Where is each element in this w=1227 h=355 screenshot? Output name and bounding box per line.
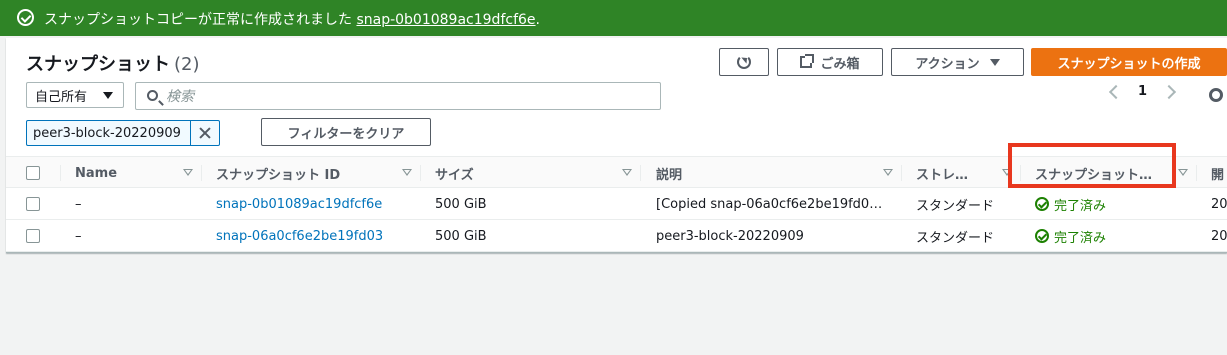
- table-row[interactable]: – snap-06a0cf6e2be19fd03 500 GiB peer3-b…: [6, 220, 1227, 252]
- column-header-snapshot-id[interactable]: スナップショット ID: [216, 157, 420, 189]
- search-icon: [147, 90, 158, 101]
- current-page[interactable]: 1: [1138, 84, 1147, 99]
- next-page-icon[interactable]: [1161, 84, 1177, 99]
- column-header-label: サイズ: [435, 167, 474, 183]
- snapshot-size: 500 GiB: [435, 228, 487, 244]
- column-header-label: スナップショット ID: [216, 167, 341, 183]
- table-row[interactable]: – snap-0b01089ac19dfcf6e 500 GiB [Copied…: [6, 188, 1227, 220]
- column-header-label: 説明: [656, 167, 683, 183]
- close-icon[interactable]: [191, 121, 219, 145]
- column-header-storage-tier[interactable]: ストレ…: [916, 157, 1020, 189]
- page-title: スナップショット (2): [26, 50, 200, 76]
- refresh-icon: [737, 55, 751, 69]
- select-all-checkbox[interactable]: [26, 166, 40, 180]
- column-header-label: Name: [75, 165, 118, 181]
- snapshot-started: 20: [1211, 196, 1227, 212]
- snapshot-name: –: [75, 228, 82, 244]
- success-check-icon: [1035, 197, 1049, 211]
- flash-message-suffix: .: [535, 12, 540, 28]
- search-placeholder: 検索: [166, 89, 194, 105]
- column-header-description[interactable]: 説明: [656, 157, 901, 189]
- snapshot-description: peer3-block-20220909: [656, 228, 804, 244]
- create-snapshot-label: スナップショットの作成: [1057, 56, 1201, 72]
- snapshot-count: (2): [174, 54, 200, 75]
- external-link-icon: [800, 54, 815, 68]
- highlight-annotation: [1008, 143, 1176, 188]
- snapshot-name: –: [75, 196, 82, 212]
- page-title-text: スナップショット: [26, 54, 170, 75]
- caret-down-icon: [103, 92, 113, 99]
- filter-token: peer3-block-20220909: [26, 120, 220, 146]
- create-snapshot-button[interactable]: スナップショットの作成: [1031, 48, 1227, 76]
- success-check-icon: [1035, 229, 1049, 243]
- column-header-started[interactable]: 開: [1211, 157, 1227, 189]
- snapshot-status: 完了済み: [1035, 220, 1196, 252]
- flash-message-text: スナップショットコピーが正常に作成されました: [44, 12, 352, 28]
- sort-icon: [402, 169, 412, 176]
- column-divider: [1196, 165, 1197, 181]
- flash-snapshot-link[interactable]: snap-0b01089ac19dfcf6e: [356, 12, 535, 28]
- recycle-bin-label: ごみ箱: [820, 56, 860, 72]
- gear-icon[interactable]: [1209, 88, 1223, 102]
- snapshot-status-text: 完了済み: [1054, 198, 1107, 214]
- snapshot-storage-tier: スタンダード: [916, 198, 995, 214]
- snapshot-status: 完了済み: [1035, 188, 1196, 220]
- success-check-icon: [17, 9, 34, 26]
- snapshot-started: 20: [1211, 228, 1227, 244]
- snapshot-id-link[interactable]: snap-0b01089ac19dfcf6e: [216, 188, 420, 220]
- column-header-label: 開: [1211, 167, 1225, 183]
- clear-filters-label: フィルターをクリア: [287, 126, 405, 142]
- sort-icon: [183, 169, 193, 176]
- owner-filter-value: 自己所有: [35, 89, 88, 105]
- refresh-button[interactable]: [719, 48, 769, 76]
- actions-label: アクション: [915, 56, 980, 72]
- snapshot-status-text: 完了済み: [1054, 230, 1107, 246]
- snapshot-size: 500 GiB: [435, 196, 487, 212]
- owner-filter-select[interactable]: 自己所有: [26, 82, 124, 108]
- pagination: 1: [1108, 84, 1177, 99]
- column-header-label: ストレ…: [916, 167, 969, 183]
- column-divider: [640, 165, 641, 181]
- column-header-size[interactable]: サイズ: [435, 157, 640, 189]
- column-divider: [60, 165, 61, 181]
- sort-icon: [1178, 169, 1188, 176]
- sort-icon: [622, 169, 632, 176]
- column-header-name[interactable]: Name: [75, 157, 201, 189]
- sort-icon: [883, 169, 893, 176]
- column-divider: [201, 165, 202, 181]
- row-checkbox[interactable]: [26, 197, 40, 211]
- column-divider: [420, 165, 421, 181]
- filter-token-value: peer3-block-20220909: [27, 121, 192, 145]
- search-input[interactable]: 検索: [135, 82, 661, 110]
- clear-filters-button[interactable]: フィルターをクリア: [261, 118, 431, 146]
- snapshot-description: [Copied snap-06a0cf6e2be19fd0…: [656, 196, 883, 212]
- row-checkbox[interactable]: [26, 229, 40, 243]
- column-divider: [901, 165, 902, 181]
- snapshot-id-link[interactable]: snap-06a0cf6e2be19fd03: [216, 220, 420, 252]
- flash-message: スナップショットコピーが正常に作成されました snap-0b01089ac19d…: [44, 9, 540, 29]
- actions-dropdown-button[interactable]: アクション: [891, 48, 1024, 76]
- recycle-bin-button[interactable]: ごみ箱: [777, 48, 883, 76]
- snapshot-storage-tier: スタンダード: [916, 230, 995, 246]
- success-flash-banner: スナップショットコピーが正常に作成されました snap-0b01089ac19d…: [0, 0, 1227, 36]
- caret-down-icon: [989, 58, 1000, 66]
- previous-page-icon[interactable]: [1108, 84, 1124, 99]
